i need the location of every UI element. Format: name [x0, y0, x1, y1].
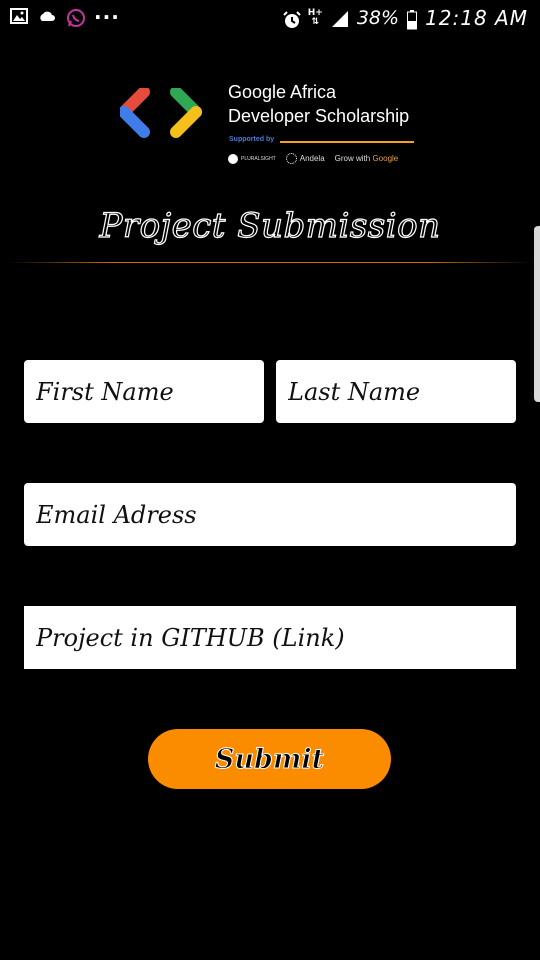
- network-type: H+ ⇅: [307, 8, 323, 27]
- logo-title-line1: Google Africa: [228, 82, 337, 102]
- status-bar: ... H+ ⇅ 38% 12:18 AM: [0, 0, 540, 36]
- scroll-indicator[interactable]: [534, 226, 540, 402]
- alarm-icon: [282, 10, 301, 28]
- title-divider: [8, 262, 532, 263]
- submit-button[interactable]: Submit: [148, 729, 391, 789]
- partner-grow-with-google: Grow with Google: [334, 154, 399, 163]
- image-icon: [10, 8, 28, 24]
- page-title: Project Submission: [99, 205, 441, 246]
- supported-by-label: Supported by: [229, 136, 275, 143]
- more-notifications: ...: [94, 0, 120, 24]
- supported-by-line: [280, 141, 414, 143]
- signal-icon: [331, 10, 349, 27]
- battery-percentage: 38%: [356, 7, 400, 29]
- cloud-icon: [38, 8, 56, 24]
- whatsapp-icon: [66, 8, 85, 27]
- status-bar-right: H+ ⇅ 38% 12:18 AM: [282, 6, 528, 30]
- first-name-input[interactable]: [24, 360, 264, 423]
- gads-logo: Google Africa Developer Scholarship Supp…: [120, 82, 430, 172]
- clock: 12:18 AM: [425, 6, 528, 30]
- github-link-input[interactable]: [24, 606, 516, 669]
- logo-title-line2: Developer Scholarship: [228, 106, 410, 126]
- partner-logos: PLURALSIGHT Andela Grow with Google: [228, 153, 398, 164]
- andela-icon: [285, 153, 297, 164]
- code-brackets-icon: [120, 88, 202, 138]
- battery-icon: [407, 10, 418, 30]
- email-input[interactable]: [24, 483, 516, 546]
- partner-andela: Andela: [285, 153, 325, 164]
- status-bar-left: ...: [10, 0, 120, 27]
- pluralsight-icon: [228, 153, 238, 164]
- last-name-input[interactable]: [276, 360, 516, 423]
- partner-pluralsight: PLURALSIGHT: [228, 153, 276, 164]
